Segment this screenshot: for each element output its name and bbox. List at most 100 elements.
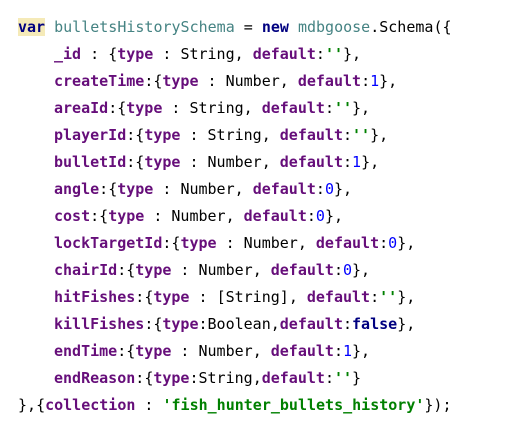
- default-value: 0: [343, 261, 353, 279]
- schema-field-line[interactable]: areaId:{type : String, default:''},: [18, 95, 370, 121]
- option-comma: ,: [261, 126, 280, 144]
- type-key: type: [153, 288, 190, 306]
- field-name: cost: [54, 207, 91, 225]
- default-colon: :: [343, 126, 353, 144]
- default-value: 0: [315, 207, 325, 225]
- field-open-brace: {: [99, 207, 109, 225]
- default-colon: :: [324, 369, 334, 387]
- field-separator: :: [108, 99, 118, 117]
- field-name: lockTargetId: [54, 234, 163, 252]
- option-comma: ,: [270, 315, 280, 333]
- default-key: default: [270, 342, 334, 360]
- field-close-brace: },: [361, 153, 380, 171]
- type-key: type: [108, 207, 145, 225]
- schema-field-line[interactable]: hitFishes:{type : [String], default:''},: [18, 284, 415, 310]
- default-key: default: [261, 369, 325, 387]
- schema-field-line[interactable]: playerId:{type : String, default:''},: [18, 122, 388, 148]
- field-open-brace: {: [108, 45, 118, 63]
- field-open-brace: {: [144, 369, 154, 387]
- field-separator: :: [117, 261, 127, 279]
- assign-operator: =: [234, 18, 262, 36]
- schema-field-line[interactable]: chairId:{type : Number, default:0},: [18, 257, 370, 283]
- field-open-brace: {: [108, 180, 118, 198]
- field-separator: :: [99, 180, 109, 198]
- field-name: playerId: [54, 126, 127, 144]
- type-colon: :: [216, 234, 244, 252]
- default-value: '': [379, 288, 398, 306]
- default-value: false: [352, 315, 398, 333]
- code-line-closing[interactable]: },{collection : 'fish_hunter_bullets_his…: [18, 392, 452, 418]
- default-value: '': [352, 126, 371, 144]
- default-key: default: [261, 99, 325, 117]
- default-key: default: [315, 234, 380, 252]
- schema-field-line[interactable]: killFishes:{type:Boolean,default:false},: [18, 311, 415, 337]
- default-colon: :: [370, 288, 380, 306]
- type-key: type: [144, 126, 181, 144]
- default-key: default: [243, 207, 307, 225]
- code-line-declaration[interactable]: var bulletsHistorySchema = new mdbgoose.…: [18, 14, 452, 40]
- field-separator: :: [144, 315, 154, 333]
- field-separator: :: [81, 45, 109, 63]
- option-comma: ,: [297, 234, 316, 252]
- default-colon: :: [333, 261, 343, 279]
- default-colon: :: [315, 180, 325, 198]
- type-name: Number: [225, 72, 280, 90]
- option-comma: ,: [252, 342, 271, 360]
- field-name: bulletId: [54, 153, 127, 171]
- default-colon: :: [306, 207, 316, 225]
- field-name: endReason: [54, 369, 136, 387]
- schema-field-line[interactable]: angle:{type : Number, default:0},: [18, 176, 352, 202]
- default-value: 1: [343, 342, 353, 360]
- default-key: default: [252, 45, 316, 63]
- type-name: Boolean: [207, 315, 271, 333]
- option-comma: ,: [243, 99, 262, 117]
- dot-operator: .: [370, 18, 380, 36]
- type-colon: :: [189, 288, 217, 306]
- option-comma: ,: [288, 288, 307, 306]
- field-name: createTime: [54, 72, 145, 90]
- variable-name: bulletsHistorySchema: [54, 18, 235, 36]
- type-name: String: [198, 369, 253, 387]
- default-value: 1: [352, 153, 362, 171]
- closing-brace: },: [18, 396, 37, 414]
- option-comma: ,: [261, 153, 280, 171]
- schema-field-line[interactable]: lockTargetId:{type : Number, default:0},: [18, 230, 415, 256]
- collection-value: 'fish_hunter_bullets_history': [162, 396, 425, 414]
- field-name: areaId: [54, 99, 109, 117]
- field-separator: :: [126, 153, 136, 171]
- type-key: type: [180, 234, 217, 252]
- default-colon: :: [379, 234, 389, 252]
- schema-field-line[interactable]: endReason:{type:String,default:''}: [18, 365, 361, 391]
- field-name: killFishes: [54, 315, 145, 333]
- type-colon: :: [198, 72, 226, 90]
- option-comma: ,: [252, 369, 262, 387]
- default-colon: :: [343, 315, 353, 333]
- field-name: angle: [54, 180, 100, 198]
- schema-field-line[interactable]: bulletId:{type : Number, default:1},: [18, 149, 379, 175]
- field-open-brace: {: [117, 99, 127, 117]
- default-colon: :: [333, 342, 343, 360]
- default-colon: :: [315, 45, 325, 63]
- field-close-brace: }: [352, 369, 362, 387]
- type-name: String: [189, 99, 244, 117]
- default-colon: :: [343, 153, 353, 171]
- type-name: Number: [198, 342, 253, 360]
- type-colon: :: [171, 261, 199, 279]
- field-separator: :: [117, 342, 127, 360]
- schema-field-line[interactable]: _id : {type : String, default:''},: [18, 41, 361, 67]
- default-value: 0: [324, 180, 334, 198]
- type-key: type: [117, 180, 154, 198]
- default-key: default: [252, 180, 316, 198]
- keyword-var: var: [18, 18, 46, 36]
- field-open-brace: {: [126, 342, 136, 360]
- schema-field-line[interactable]: cost:{type : Number, default:0},: [18, 203, 343, 229]
- field-name: hitFishes: [54, 288, 136, 306]
- collection-key: collection: [45, 396, 136, 414]
- type-colon: :: [144, 207, 172, 225]
- code-editor[interactable]: var bulletsHistorySchema = new mdbgoose.…: [0, 0, 518, 443]
- schema-field-line[interactable]: endTime:{type : Number, default:1},: [18, 338, 370, 364]
- schema-field-line[interactable]: createTime:{type : Number, default:1},: [18, 68, 397, 94]
- default-key: default: [279, 153, 343, 171]
- field-close-brace: },: [370, 126, 389, 144]
- field-name: chairId: [54, 261, 118, 279]
